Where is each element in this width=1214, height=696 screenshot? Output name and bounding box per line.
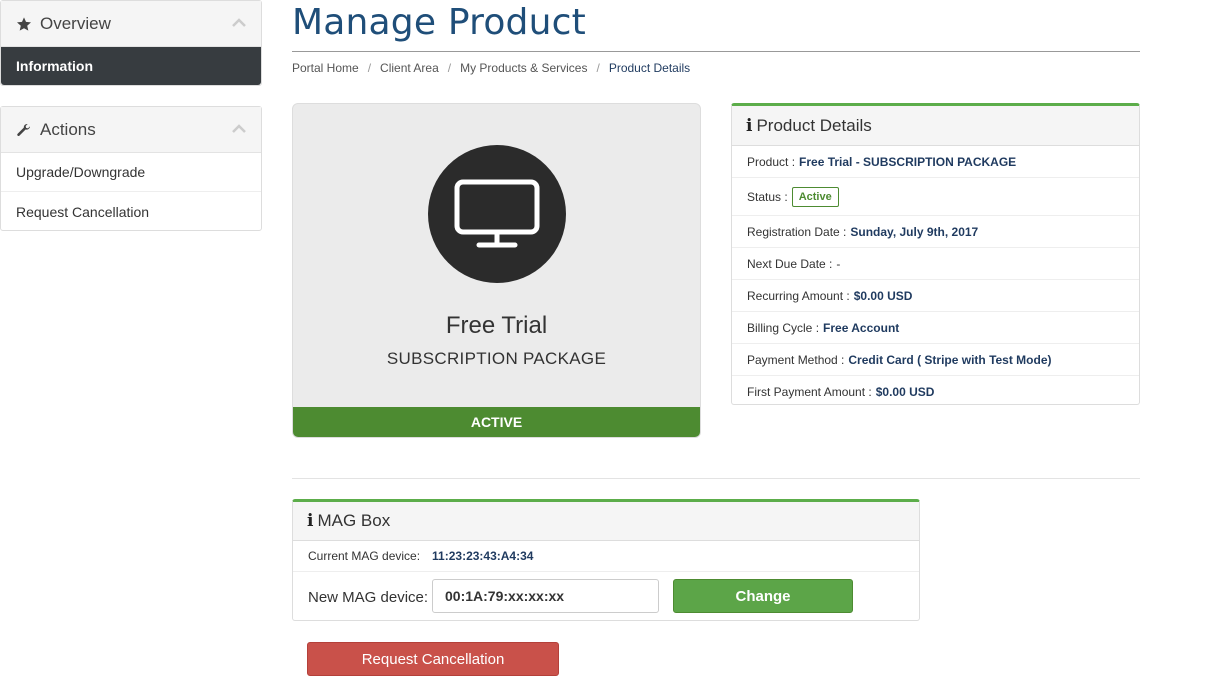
sidebar-item-information[interactable]: Information bbox=[1, 47, 261, 85]
product-details-header: i Product Details bbox=[732, 106, 1139, 146]
detail-value: - bbox=[836, 256, 841, 271]
chevron-up-icon[interactable] bbox=[231, 121, 247, 139]
detail-label: First Payment Amount : bbox=[747, 385, 872, 399]
breadcrumb-separator: / bbox=[367, 61, 372, 75]
detail-row-status: Status : Active bbox=[732, 178, 1139, 216]
new-mag-row: New MAG device: Change bbox=[293, 572, 919, 620]
chevron-up-icon[interactable] bbox=[231, 15, 247, 33]
status-badge: Active bbox=[791, 186, 839, 207]
actions-panel: Actions Upgrade/Downgrade Request Cancel… bbox=[0, 106, 262, 231]
section-divider bbox=[292, 478, 1140, 479]
new-mag-input[interactable] bbox=[432, 579, 659, 613]
overview-title: Overview bbox=[40, 13, 111, 33]
detail-row-billing-cycle: Billing Cycle : Free Account bbox=[732, 312, 1139, 344]
breadcrumb-current: Product Details bbox=[608, 61, 691, 75]
detail-row-product: Product : Free Trial - SUBSCRIPTION PACK… bbox=[732, 146, 1139, 178]
detail-value: Free Account bbox=[823, 320, 900, 335]
detail-row-registration-date: Registration Date : Sunday, July 9th, 20… bbox=[732, 216, 1139, 248]
detail-row-next-due-date: Next Due Date : - bbox=[732, 248, 1139, 280]
detail-label: Next Due Date : bbox=[747, 256, 833, 271]
product-group: SUBSCRIPTION PACKAGE bbox=[386, 349, 607, 368]
mag-box-header: i MAG Box bbox=[293, 502, 919, 541]
new-mag-label: New MAG device: bbox=[308, 589, 429, 606]
product-details-title: Product Details bbox=[756, 115, 872, 135]
mag-box-title: MAG Box bbox=[317, 511, 391, 530]
detail-label: Status : bbox=[747, 189, 788, 204]
detail-label: Recurring Amount : bbox=[747, 288, 850, 303]
change-button[interactable]: Change bbox=[673, 579, 853, 613]
detail-value: Free Trial - SUBSCRIPTION PACKAGE bbox=[799, 154, 1017, 169]
sidebar-item-request-cancellation[interactable]: Request Cancellation bbox=[1, 192, 261, 231]
detail-row-first-payment-amount: First Payment Amount : $0.00 USD bbox=[732, 376, 1139, 408]
current-mag-value: 11:23:23:43:A4:34 bbox=[432, 549, 534, 563]
detail-label: Registration Date : bbox=[747, 224, 847, 239]
overview-panel-header[interactable]: Overview bbox=[1, 1, 261, 47]
detail-value: Credit Card ( Stripe with Test Mode) bbox=[848, 352, 1052, 367]
detail-value: Sunday, July 9th, 2017 bbox=[850, 224, 979, 239]
detail-label: Billing Cycle : bbox=[747, 320, 820, 335]
actions-title: Actions bbox=[40, 119, 96, 139]
info-icon: i bbox=[307, 511, 314, 531]
detail-value: $0.00 USD bbox=[875, 385, 935, 399]
wrench-icon bbox=[16, 121, 34, 139]
page-title: Manage Product bbox=[292, 2, 586, 43]
detail-row-recurring-amount: Recurring Amount : $0.00 USD bbox=[732, 280, 1139, 312]
sidebar-item-upgrade-downgrade[interactable]: Upgrade/Downgrade bbox=[1, 153, 261, 192]
current-mag-row: Current MAG device: 11:23:23:43:A4:34 bbox=[293, 541, 919, 572]
detail-label: Payment Method : bbox=[747, 352, 845, 367]
mag-box-panel: i MAG Box Current MAG device: 11:23:23:4… bbox=[292, 499, 920, 621]
title-divider bbox=[292, 51, 1140, 52]
product-name: Free Trial bbox=[445, 312, 548, 339]
product-details-panel: i Product Details Product : Free Trial -… bbox=[731, 103, 1140, 405]
star-icon bbox=[16, 15, 34, 33]
current-mag-label: Current MAG device: bbox=[308, 549, 421, 563]
overview-panel: Overview Information bbox=[0, 0, 262, 86]
detail-label: Product : bbox=[747, 154, 796, 169]
request-cancellation-button[interactable]: Request Cancellation bbox=[307, 642, 559, 676]
breadcrumb-separator: / bbox=[596, 61, 600, 75]
product-card: Free Trial SUBSCRIPTION PACKAGE ACTIVE bbox=[292, 103, 701, 438]
info-icon: i bbox=[746, 115, 753, 136]
monitor-icon bbox=[428, 145, 566, 283]
detail-value: $0.00 USD bbox=[853, 288, 913, 303]
breadcrumb-my-products[interactable]: My Products & Services bbox=[460, 61, 587, 75]
product-status-bar: ACTIVE bbox=[293, 407, 700, 437]
breadcrumb-client-area[interactable]: Client Area bbox=[380, 61, 439, 75]
breadcrumb-separator: / bbox=[447, 61, 452, 75]
detail-row-payment-method: Payment Method : Credit Card ( Stripe wi… bbox=[732, 344, 1139, 376]
breadcrumb-portal-home[interactable]: Portal Home bbox=[292, 61, 359, 75]
actions-panel-header[interactable]: Actions bbox=[1, 107, 261, 153]
breadcrumb: Portal Home / Client Area / My Products … bbox=[292, 61, 690, 75]
